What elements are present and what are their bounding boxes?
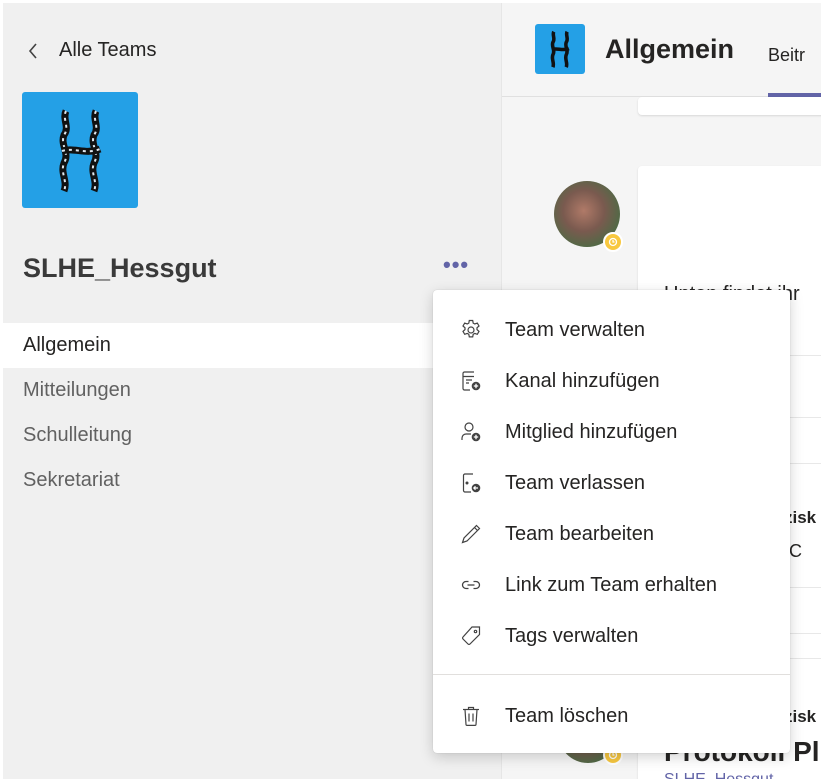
away-status-icon [603, 232, 623, 252]
trash-icon [458, 703, 484, 729]
add-member-icon [458, 419, 484, 445]
pencil-icon [458, 521, 484, 547]
menu-divider [433, 674, 790, 675]
menu-item-get-link[interactable]: Link zum Team erhalten [433, 561, 790, 609]
channel-item-mitteilungen[interactable]: Mitteilungen [3, 368, 501, 413]
leave-team-icon [458, 470, 484, 496]
menu-item-label: Mitglied hinzufügen [505, 420, 678, 443]
link-tail: C [789, 541, 803, 561]
menu-item-delete-team[interactable]: Team löschen [433, 692, 790, 740]
team-avatar [22, 92, 138, 208]
back-to-all-teams-link[interactable]: Alle Teams [27, 39, 156, 62]
more-options-button[interactable]: ••• [443, 252, 469, 278]
menu-item-label: Team löschen [505, 704, 629, 727]
menu-item-leave-team[interactable]: Team verlassen [433, 459, 790, 507]
gear-icon [458, 317, 484, 343]
menu-item-add-channel[interactable]: Kanal hinzufügen [433, 357, 790, 405]
channel-item-schulleitung[interactable]: Schulleitung [3, 413, 501, 458]
tag-icon [458, 623, 484, 649]
header-team-avatar [535, 24, 585, 74]
message-card [638, 97, 821, 115]
menu-item-manage-tags[interactable]: Tags verwalten [433, 612, 790, 660]
channel-item-sekretariat[interactable]: Sekretariat [3, 458, 501, 503]
add-channel-icon [458, 368, 484, 394]
channel-item-allgemein[interactable]: Allgemein [3, 323, 501, 368]
team-sidebar: Alle Teams SLHE_Hessgut ••• Allgemein Mi… [3, 3, 501, 779]
menu-item-add-member[interactable]: Mitglied hinzufügen [433, 408, 790, 456]
menu-item-label: Team verwalten [505, 318, 646, 341]
link-icon [458, 572, 484, 598]
channel-header: Allgemein Beitr [502, 3, 821, 97]
tab-posts[interactable]: Beitr [768, 45, 805, 66]
post-channel-link[interactable]: SLHE_Hessgut [664, 771, 773, 779]
menu-item-manage-team[interactable]: Team verwalten [433, 306, 790, 354]
menu-item-label: Kanal hinzufügen [505, 369, 660, 392]
menu-item-label: Tags verwalten [505, 624, 639, 647]
menu-item-label: Team bearbeiten [505, 522, 654, 545]
menu-item-edit-team[interactable]: Team bearbeiten [433, 510, 790, 558]
channel-title: Allgemein [605, 34, 735, 64]
chevron-left-icon [27, 42, 41, 60]
menu-item-label: Link zum Team erhalten [505, 573, 717, 596]
team-logo-h [59, 109, 102, 193]
back-label: Alle Teams [59, 39, 157, 61]
team-options-menu: Team verwalten Kanal hinzufügen Mitglied… [433, 290, 790, 753]
team-name: SLHE_Hessgut [23, 253, 217, 283]
menu-item-label: Team verlassen [505, 471, 646, 494]
